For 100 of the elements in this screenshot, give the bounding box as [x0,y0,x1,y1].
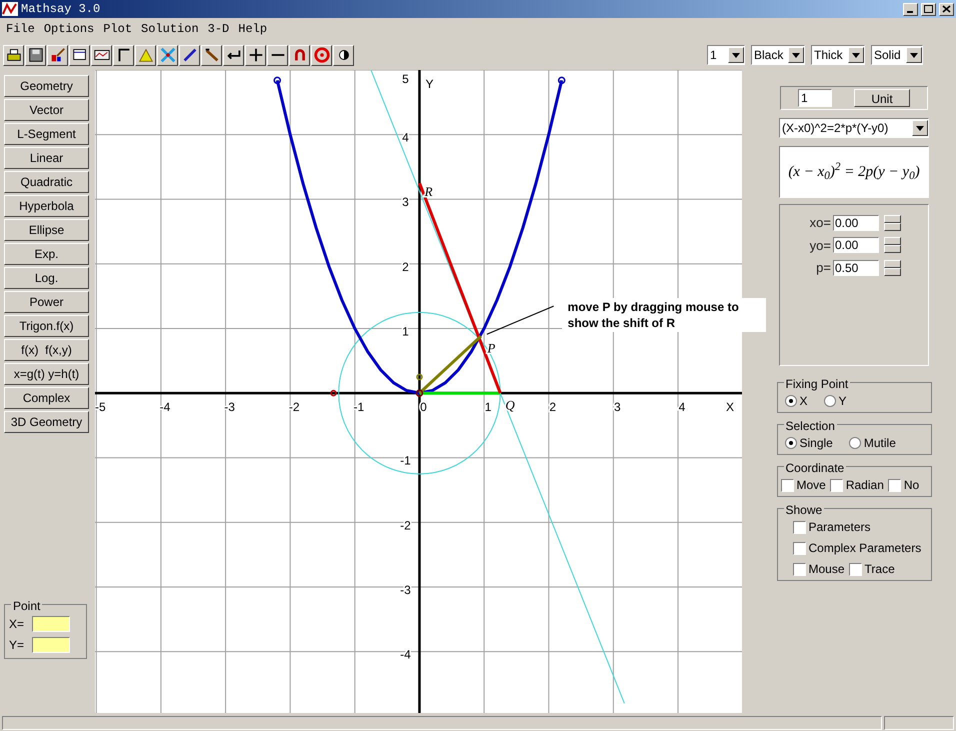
param-label: xo= [808,214,832,232]
input-field[interactable] [32,637,70,653]
window-title: Mathsay 3.0 [21,1,102,18]
tick-label: -2 [400,518,411,532]
dropdown[interactable]: (X-x0)^2=2*p*(Y-y0) [779,118,929,138]
option-label: Parameters [808,519,871,536]
minus-icon[interactable] [267,44,288,66]
sidebar-button[interactable]: x=g(t) y=h(t) [4,363,89,385]
tick-label: 0 [420,400,427,414]
checkbox[interactable] [848,562,862,576]
tick-label: -3 [224,400,235,414]
sidebar-button[interactable]: f(x) f(x,y) [4,339,89,361]
sidebar-button[interactable]: Complex [4,387,89,409]
sidebar-button[interactable]: Power [4,291,89,313]
tick-label: 2 [549,400,556,414]
param-field[interactable]: 0.00 [833,214,879,231]
radio-button[interactable] [848,437,861,449]
leader-line [486,306,554,335]
point-marker [274,76,282,84]
sidebar-button[interactable]: Quadratic [4,171,89,193]
dropdown[interactable]: Thick [811,45,865,65]
sidebar-button[interactable]: Vector [4,99,89,121]
minimize-icon[interactable] [903,2,918,16]
unit-field[interactable]: 1 [798,89,832,107]
input-field[interactable] [32,616,70,632]
tick-label: -1 [354,400,364,414]
option-label: Mutile [864,435,896,452]
checkbox[interactable] [830,478,843,492]
sidebar-button[interactable]: Log. [4,267,89,289]
pen-icon[interactable] [179,44,200,66]
option-label: Trace [864,561,895,578]
checkbox[interactable] [888,478,901,492]
option-label: Move [796,477,826,494]
radio-button[interactable] [824,395,836,407]
menu-item[interactable]: Plot [99,20,136,38]
spinner-control[interactable] [884,237,901,254]
tick-label: -3 [400,582,411,597]
callout-note: move P by dragging mouse to show the shift of R [562,298,766,332]
axis-label: X [726,400,734,414]
param-label: p= [815,259,832,277]
tick-label: 3 [402,195,409,210]
target-icon[interactable] [311,44,332,66]
dropdown[interactable]: Black [751,45,805,65]
tick-label: 1 [484,400,492,414]
menu-item[interactable]: 3-D [204,20,234,38]
point-marker [330,390,337,396]
dropdown[interactable]: 1 [707,45,745,65]
point-label: P [487,340,496,356]
close-icon[interactable] [939,2,954,16]
spinner-control[interactable] [884,214,901,231]
focus-marker [416,374,423,380]
menu-item[interactable]: Help [234,20,272,38]
option-label: Mouse [808,561,845,578]
tick-label: -2 [288,400,300,414]
checkbox[interactable] [792,520,806,534]
param-field[interactable]: 0.50 [833,260,879,276]
plus-icon[interactable] [245,44,266,66]
corner-icon[interactable] [113,44,134,66]
tick-label: -1 [400,454,411,468]
formula-text: (x − x$_{0}$)$^{2}$ = 2p(y − y$_{0}$) [788,160,920,184]
app-icon [2,2,18,16]
sidebar-button[interactable]: L-Segment [4,123,89,145]
status-bar-panel [884,716,954,730]
triangle-ruler-icon[interactable] [135,44,156,66]
tick-label: 2 [402,260,409,274]
sidebar-button[interactable]: Hyperbola [4,195,89,217]
sidebar-button[interactable]: Trigon.f(x) [4,315,89,337]
spinner-control[interactable] [884,260,901,276]
printer-icon[interactable] [3,44,24,66]
radio-button[interactable] [784,395,796,407]
checkbox[interactable] [780,478,794,492]
option-label: No [904,477,920,494]
point-marker [558,76,566,84]
sidebar-button[interactable]: Exp. [4,243,89,265]
param-field[interactable]: 0.00 [833,237,879,254]
tick-label: 5 [402,72,409,86]
option-label: Complex Parameters [808,540,922,557]
sidebar-button[interactable]: Ellipse [4,219,89,241]
menu-item[interactable]: Options [40,20,98,38]
menu-item[interactable]: File [2,20,39,38]
checkbox[interactable] [792,562,806,576]
radio-button[interactable] [784,437,796,449]
sidebar-button[interactable]: Geometry [4,75,89,97]
point-marker [416,389,424,397]
tick-label: 1 [402,324,409,338]
sidebar-button[interactable]: 3D Geometry [4,411,89,433]
maximize-icon[interactable] [921,2,936,16]
dropdown[interactable]: Solid [871,45,923,65]
brush-icon[interactable] [47,44,68,66]
checkbox[interactable] [792,542,806,554]
window-icon[interactable] [69,44,90,66]
tick-label: -4 [400,648,411,662]
chart-icon[interactable] [91,44,112,66]
field-label: Y= [9,637,26,654]
option-label: Y [838,393,847,410]
sidebar-button[interactable]: Linear [4,147,89,169]
menu-item[interactable]: Solution [137,20,203,38]
magnet-icon[interactable] [289,44,310,66]
unit-button[interactable]: Unit [854,89,910,107]
option-label: Radian [846,477,884,494]
